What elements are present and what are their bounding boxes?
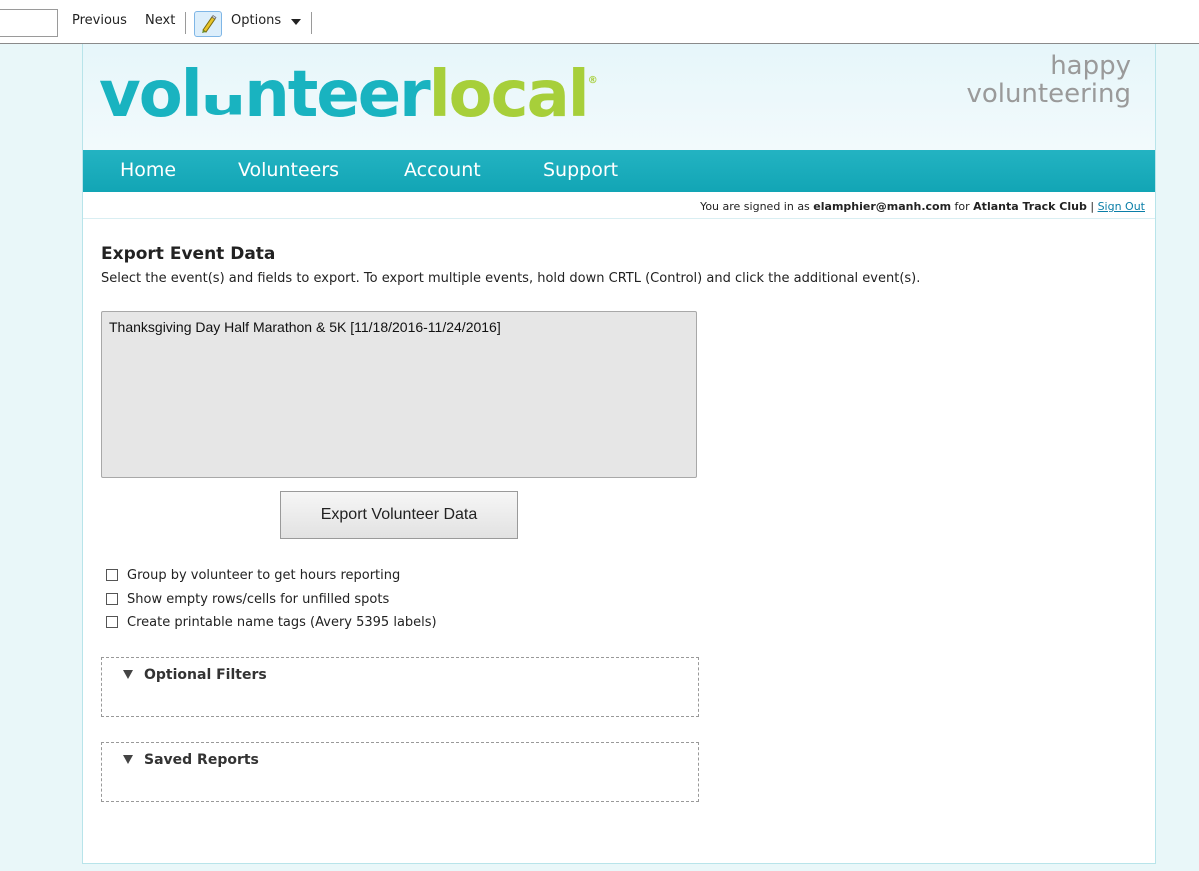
optional-filters-panel[interactable]: Optional Filters [101, 657, 699, 717]
volunteerlocal-logo[interactable]: volunteerlocal® [99, 50, 598, 140]
sign-out-link[interactable]: Sign Out [1098, 200, 1145, 213]
page-instructions: Select the event(s) and fields to export… [101, 271, 921, 286]
event-listbox[interactable]: Thanksgiving Day Half Marathon & 5K [11/… [101, 311, 697, 478]
saved-reports-panel[interactable]: Saved Reports [101, 742, 699, 802]
signed-in-user: elamphier@manh.com [813, 200, 952, 213]
name-tags-checkbox[interactable] [106, 616, 118, 628]
triangle-down-icon[interactable] [123, 670, 133, 679]
nav-support[interactable]: Support [543, 159, 618, 181]
find-toolbar: Previous Next Options [0, 0, 1199, 44]
signed-in-status: You are signed in as elamphier@manh.com … [700, 200, 1145, 213]
main-nav: Home Volunteers Account Support [83, 150, 1155, 192]
highlight-pencil-button[interactable] [194, 11, 222, 37]
nav-account[interactable]: Account [404, 159, 481, 181]
find-next-button[interactable]: Next [145, 13, 175, 28]
chevron-down-icon[interactable] [291, 19, 301, 25]
organization-name: Atlanta Track Club [973, 200, 1087, 213]
find-input[interactable] [0, 9, 58, 37]
group-by-volunteer-checkbox[interactable] [106, 569, 118, 581]
header-divider [83, 218, 1155, 219]
optional-filters-title[interactable]: Optional Filters [144, 667, 267, 683]
triangle-down-icon[interactable] [123, 755, 133, 764]
show-empty-rows-checkbox[interactable] [106, 593, 118, 605]
saved-reports-title[interactable]: Saved Reports [144, 752, 259, 768]
export-volunteer-data-button[interactable]: Export Volunteer Data [280, 491, 518, 539]
happy-volunteering-tagline: happy volunteering [966, 51, 1131, 109]
nav-home[interactable]: Home [120, 159, 176, 181]
pencil-icon [202, 15, 217, 33]
nav-volunteers[interactable]: Volunteers [238, 159, 339, 181]
toolbar-divider [311, 12, 312, 34]
options-menu[interactable]: Options [231, 13, 281, 28]
toolbar-divider [185, 12, 186, 34]
smile-icon: u [200, 82, 247, 124]
page-title: Export Event Data [101, 244, 276, 264]
event-option[interactable]: Thanksgiving Day Half Marathon & 5K [11/… [109, 319, 501, 335]
site-header: volunteerlocal® happy volunteering [83, 44, 1155, 150]
page-container: volunteerlocal® happy volunteering Home … [82, 44, 1156, 864]
find-previous-button[interactable]: Previous [72, 13, 127, 28]
